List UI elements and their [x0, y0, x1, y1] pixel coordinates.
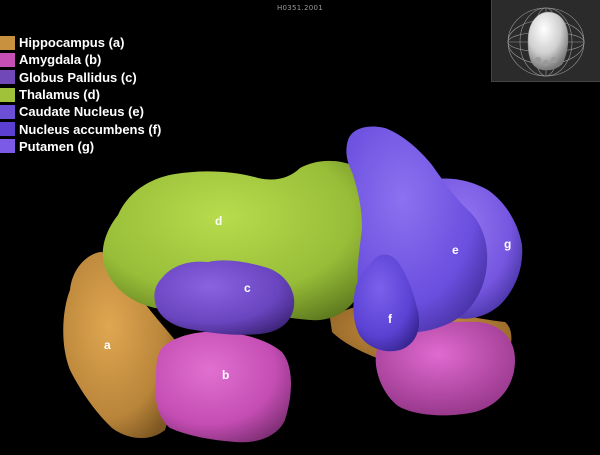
- globus-pallidus[interactable]: [154, 260, 295, 335]
- legend-item: Hippocampus (a): [0, 34, 161, 51]
- label-c: c: [244, 281, 251, 295]
- legend-item: Nucleus accumbens (f): [0, 120, 161, 137]
- structure-legend: Hippocampus (a) Amygdala (b) Globus Pallid…: [0, 34, 161, 155]
- legend-label: Globus Pallidus (c): [19, 69, 137, 85]
- legend-label: Hippocampus (a): [19, 35, 125, 51]
- legend-item: Caudate Nucleus (e): [0, 103, 161, 120]
- legend-item: Thalamus (d): [0, 86, 161, 103]
- legend-label: Putamen (g): [19, 138, 95, 154]
- amygdala-left[interactable]: [155, 331, 291, 443]
- legend-item: Amygdala (b): [0, 51, 161, 68]
- label-g: g: [504, 237, 511, 251]
- legend-swatch: [0, 104, 15, 119]
- orientation-widget[interactable]: [491, 0, 600, 82]
- legend-item: Globus Pallidus (c): [0, 69, 161, 86]
- legend-label: Caudate Nucleus (e): [19, 104, 144, 120]
- legend-swatch: [0, 139, 15, 154]
- legend-swatch: [0, 35, 15, 50]
- legend-swatch: [0, 52, 15, 67]
- legend-label: Thalamus (d): [19, 87, 100, 103]
- label-b: b: [222, 368, 229, 382]
- legend-swatch: [0, 122, 15, 137]
- head-orientation-icon: [507, 7, 585, 77]
- legend-label: Nucleus accumbens (f): [19, 121, 162, 137]
- label-e: e: [452, 243, 459, 257]
- legend-item: Putamen (g): [0, 138, 161, 155]
- label-d: d: [215, 214, 222, 228]
- legend-label: Amygdala (b): [19, 52, 102, 68]
- legend-swatch: [0, 87, 15, 102]
- 3d-viewport[interactable]: a b c d e f g H0351.2001 Hippocampus (a)…: [0, 0, 600, 455]
- legend-swatch: [0, 70, 15, 85]
- label-a: a: [104, 338, 111, 352]
